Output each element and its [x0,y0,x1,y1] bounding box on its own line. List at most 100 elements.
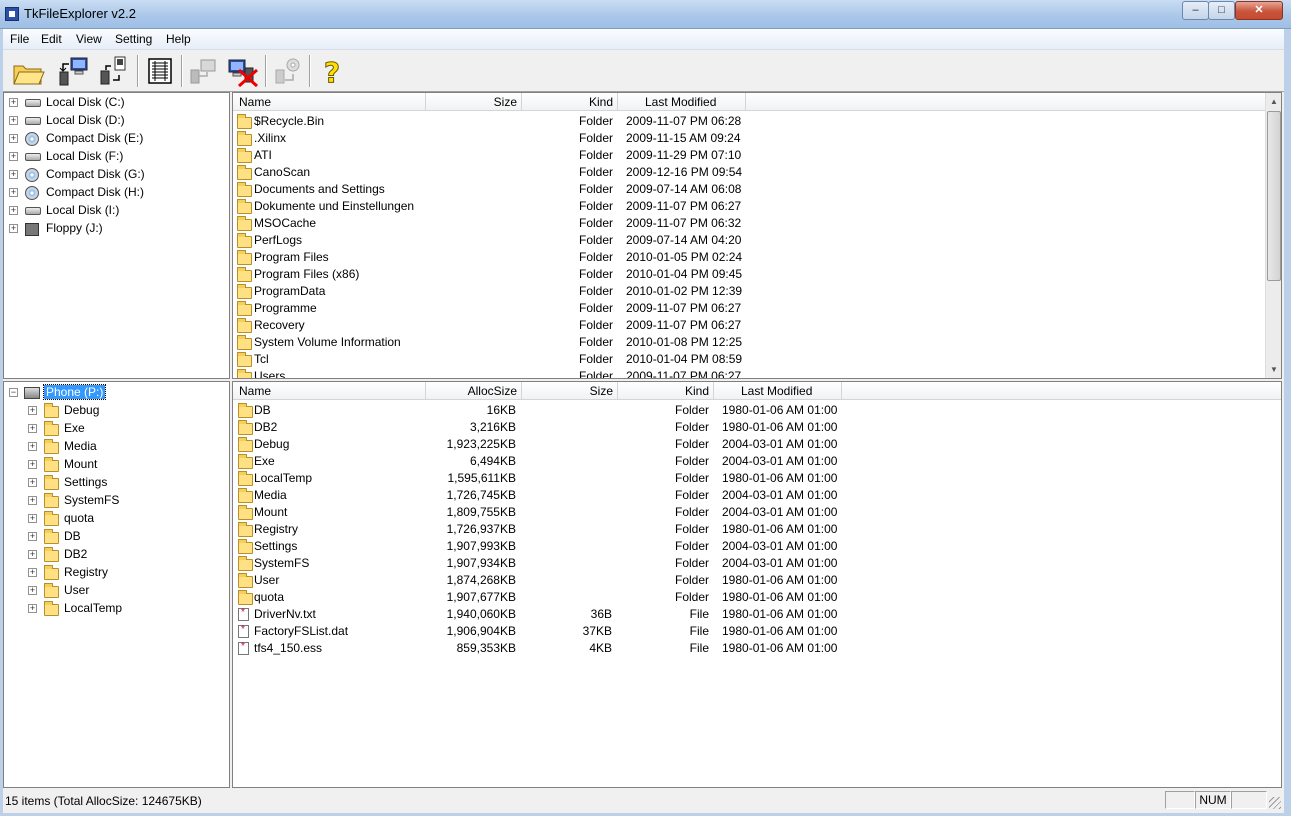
col-header-name[interactable]: Name [233,382,426,400]
close-button[interactable]: ✕ [1235,1,1283,20]
tree-item-folder[interactable]: + Debug [4,402,229,420]
tree-item-drive[interactable]: + Floppy (J:) [4,220,229,238]
list-row[interactable]: MSOCache Folder 2009-11-07 PM 06:32 [233,215,1263,232]
expand-toggle[interactable]: + [28,478,37,487]
expand-toggle[interactable]: + [9,152,18,161]
list-row[interactable]: Program Files Folder 2010-01-05 PM 02:24 [233,249,1263,266]
list-row[interactable]: ATI Folder 2009-11-29 PM 07:10 [233,147,1263,164]
expand-toggle[interactable]: + [28,442,37,451]
expand-toggle[interactable]: + [9,224,18,233]
expand-toggle[interactable]: + [28,586,37,595]
list-row[interactable]: Program Files (x86) Folder 2010-01-04 PM 0… [233,266,1263,283]
col-header-size[interactable]: Size [426,93,522,111]
list-row[interactable]: Dokumente und Einstellungen Folder 2009-11… [233,198,1263,215]
list-row[interactable]: SystemFS 1,907,934KB Folder 2004-03-01 AM 0… [233,555,1279,572]
tree-item-folder[interactable]: + Registry [4,564,229,582]
tree-item-folder[interactable]: + Mount [4,456,229,474]
col-header-kind[interactable]: Kind [522,93,618,111]
expand-toggle[interactable]: + [9,134,18,143]
tree-item-drive[interactable]: + Local Disk (C:) [4,94,229,112]
expand-toggle[interactable]: + [28,550,37,559]
tree-item-folder[interactable]: + Settings [4,474,229,492]
expand-toggle[interactable]: + [28,568,37,577]
tree-item-drive[interactable]: + Compact Disk (H:) [4,184,229,202]
list-view-icon[interactable] [143,54,177,88]
list-row[interactable]: Media 1,726,745KB Folder 2004-03-01 AM 01:0… [233,487,1279,504]
list-row[interactable]: Settings 1,907,993KB Folder 2004-03-01 AM 0… [233,538,1279,555]
menu-edit[interactable]: Edit [41,32,62,46]
tree-item-drive[interactable]: + Local Disk (D:) [4,112,229,130]
expand-toggle[interactable]: + [9,98,18,107]
tree-item-folder[interactable]: + Media [4,438,229,456]
scroll-up-arrow[interactable]: ▲ [1266,93,1281,110]
tree-item-phone-root[interactable]: − Phone (P:) [4,384,229,402]
list-row[interactable]: quota 1,907,677KB Folder 1980-01-06 AM 01:0… [233,589,1279,606]
tree-item-folder[interactable]: + DB2 [4,546,229,564]
list-row[interactable]: Users Folder 2009-11-07 PM 06:27 [233,368,1263,378]
expand-toggle[interactable]: + [9,170,18,179]
collapse-toggle[interactable]: − [9,388,18,397]
phone-file-list[interactable]: Name AllocSize Size Kind Last Modified D… [232,381,1282,788]
connect-disabled-icon[interactable] [187,54,221,88]
expand-toggle[interactable]: + [28,424,37,433]
list-row[interactable]: Documents and Settings Folder 2009-07-14 A… [233,181,1263,198]
expand-toggle[interactable]: + [9,206,18,215]
list-row[interactable]: CanoScan Folder 2009-12-16 PM 09:54 [233,164,1263,181]
list-row[interactable]: .Xilinx Folder 2009-11-15 AM 09:24 [233,130,1263,147]
resize-grip[interactable] [1269,797,1281,809]
list-row[interactable]: Mount 1,809,755KB Folder 2004-03-01 AM 01:0… [233,504,1279,521]
list-row[interactable]: DB2 3,216KB Folder 1980-01-06 AM 01:00 [233,419,1279,436]
expand-toggle[interactable]: + [28,514,37,523]
list-row[interactable]: $Recycle.Bin Folder 2009-11-07 PM 06:28 [233,113,1263,130]
list-row[interactable]: System Volume Information Folder 2010-01-0… [233,334,1263,351]
tree-item-folder[interactable]: + SystemFS [4,492,229,510]
copy-files-icon[interactable] [97,54,131,88]
list-row[interactable]: ProgramData Folder 2010-01-02 PM 12:39 [233,283,1263,300]
list-row[interactable]: Debug 1,923,225KB Folder 2004-03-01 AM 01:0… [233,436,1279,453]
tree-item-folder[interactable]: + Exe [4,420,229,438]
list-row[interactable]: FactoryFSList.dat 1,906,904KB 37KB File 1980… [233,623,1279,640]
expand-toggle[interactable]: + [28,460,37,469]
list-row[interactable]: Recovery Folder 2009-11-07 PM 06:27 [233,317,1263,334]
menu-setting[interactable]: Setting [115,32,152,46]
expand-toggle[interactable]: + [28,496,37,505]
local-list-scrollbar[interactable]: ▲ ▼ [1265,93,1281,378]
col-header-last-modified[interactable]: Last Modified [714,382,842,400]
local-file-list[interactable]: Name Size Kind Last Modified ▲ ▼ $Recycl… [232,92,1282,379]
col-header-allocsize[interactable]: AllocSize [426,382,522,400]
list-row[interactable]: Exe 6,494KB Folder 2004-03-01 AM 01:00 [233,453,1279,470]
list-row[interactable]: PerfLogs Folder 2009-07-14 AM 04:20 [233,232,1263,249]
expand-toggle[interactable]: + [28,532,37,541]
expand-toggle[interactable]: + [9,116,18,125]
tree-item-drive[interactable]: + Local Disk (I:) [4,202,229,220]
open-folder-icon[interactable] [11,54,45,88]
tree-item-folder[interactable]: + User [4,582,229,600]
menu-view[interactable]: View [76,32,102,46]
scroll-thumb[interactable] [1267,111,1281,281]
col-header-size[interactable]: Size [522,382,618,400]
menu-help[interactable]: Help [166,32,191,46]
minimize-button[interactable]: – [1182,1,1209,20]
list-row[interactable]: User 1,874,268KB Folder 1980-01-06 AM 01:00 [233,572,1279,589]
tree-item-drive[interactable]: + Compact Disk (E:) [4,130,229,148]
expand-toggle[interactable]: + [9,188,18,197]
menu-file[interactable]: File [10,32,29,46]
disconnect-icon[interactable] [225,54,259,88]
transfer-to-phone-icon[interactable] [57,54,91,88]
expand-toggle[interactable]: + [28,604,37,613]
tree-item-drive[interactable]: + Local Disk (F:) [4,148,229,166]
scroll-down-arrow[interactable]: ▼ [1266,361,1281,378]
list-row[interactable]: tfs4_150.ess 859,353KB 4KB File 1980-01-06 A… [233,640,1279,657]
tree-item-drive[interactable]: + Compact Disk (G:) [4,166,229,184]
local-drive-tree[interactable]: + Local Disk (C:) + Local Disk (D:) + Compact… [3,92,230,379]
list-row[interactable]: DriverNv.txt 1,940,060KB 36B File 1980-01-06… [233,606,1279,623]
list-row[interactable]: Registry 1,726,937KB Folder 1980-01-06 AM 0… [233,521,1279,538]
list-row[interactable]: Tcl Folder 2010-01-04 PM 08:59 [233,351,1263,368]
settings-disabled-icon[interactable] [271,54,305,88]
expand-toggle[interactable]: + [28,406,37,415]
tree-item-folder[interactable]: + quota [4,510,229,528]
list-row[interactable]: Programme Folder 2009-11-07 PM 06:27 [233,300,1263,317]
col-header-name[interactable]: Name [233,93,426,111]
phone-tree[interactable]: − Phone (P:) + Debug + Exe + Media + Mount + Settin… [3,381,230,788]
list-row[interactable]: DB 16KB Folder 1980-01-06 AM 01:00 [233,402,1279,419]
